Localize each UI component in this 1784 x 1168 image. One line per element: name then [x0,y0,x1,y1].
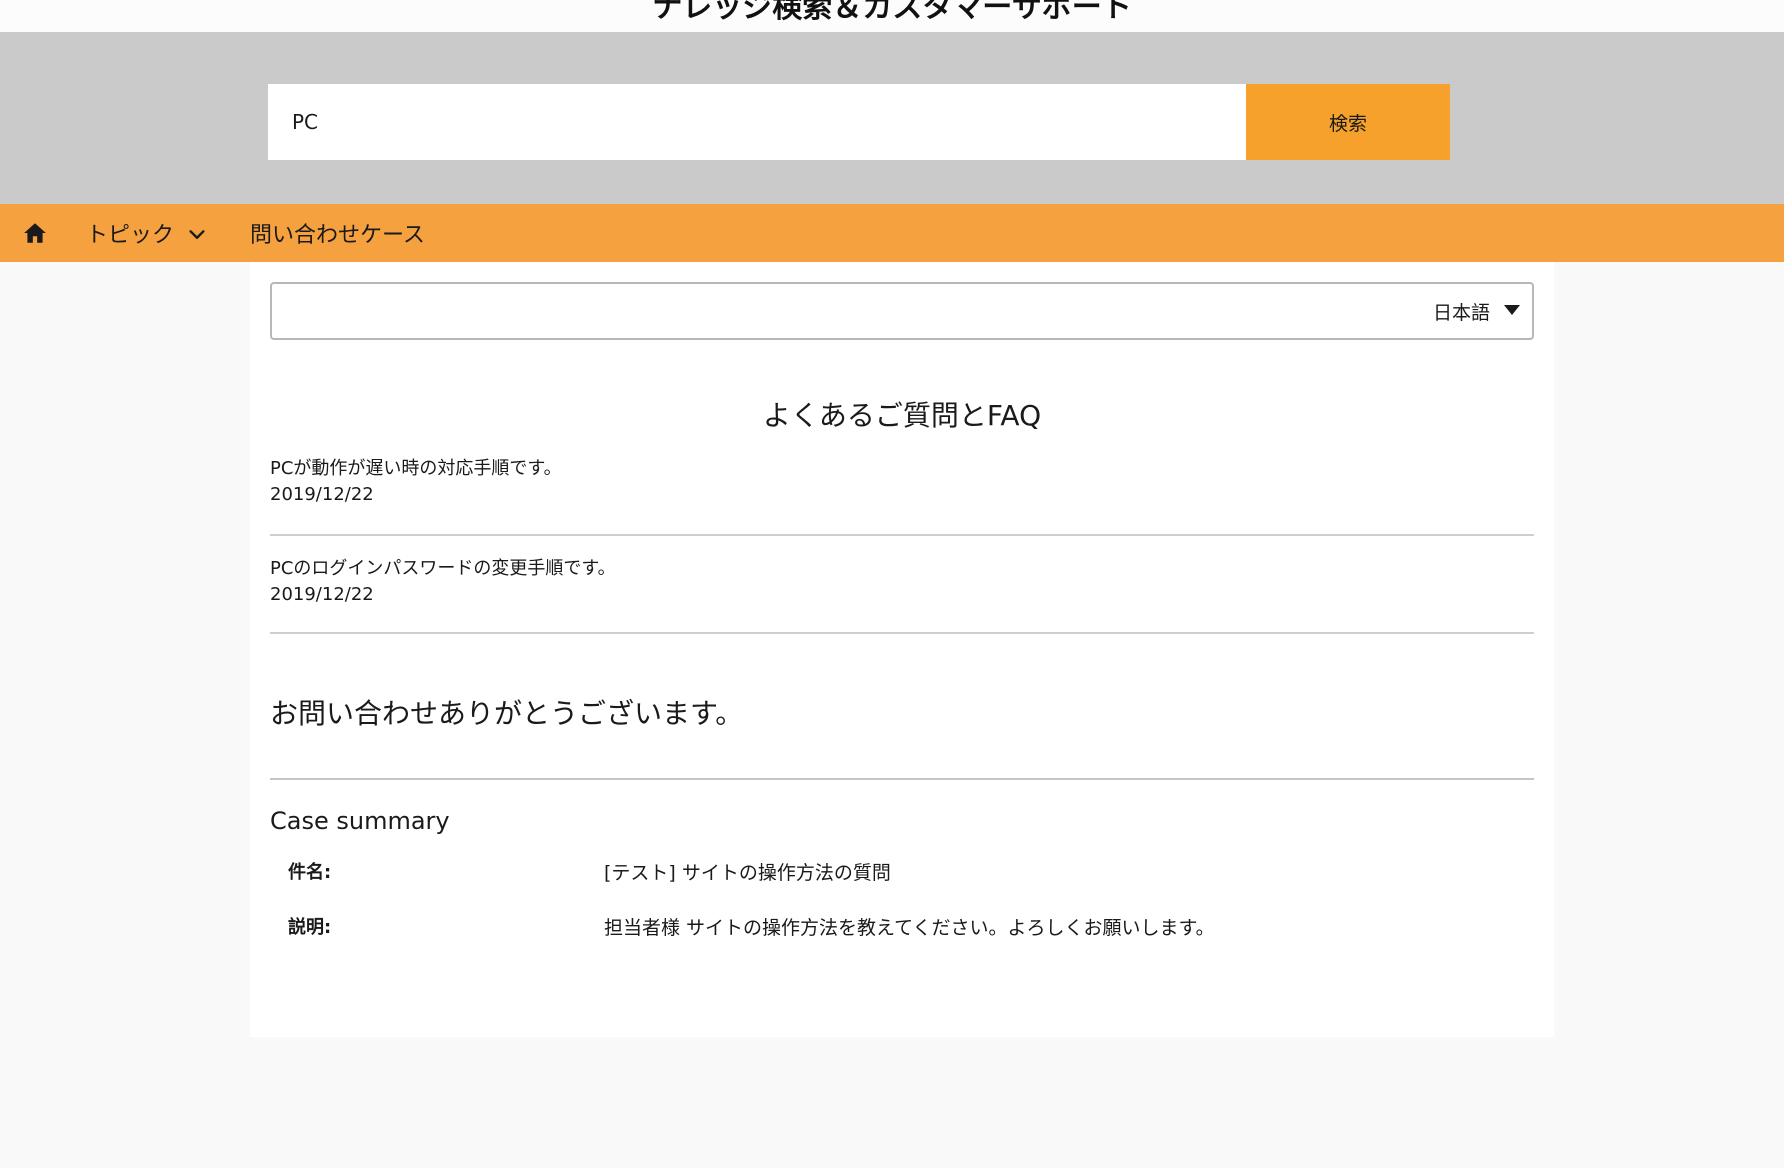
divider [270,778,1534,780]
description-value: 担当者様 サイトの操作方法を教えてください。よろしくお願いします。 [604,917,1215,939]
language-select[interactable]: 日本語 [270,282,1534,340]
chevron-down-icon [189,230,205,239]
search-input[interactable]: PC [268,84,1246,160]
nav-item-cases[interactable]: 問い合わせケース [250,204,425,262]
case-summary-title: Case summary [270,807,450,835]
subject-value: [テスト] サイトの操作方法の質問 [604,862,891,884]
language-select-value: 日本語 [1432,301,1490,324]
nav-item-topics[interactable]: トピック [86,204,208,262]
content-panel: 日本語 よくあるご質問とFAQ PCが動作が遅い時の対応手順です。 2019/1… [250,262,1554,1037]
caret-down-icon [1504,305,1520,315]
faq-heading: よくあるご質問とFAQ [762,399,1042,432]
faq-item-title[interactable]: PCが動作が遅い時の対応手順です。 [270,454,562,480]
nav-item-topics-label: トピック [86,223,175,248]
faq-item-title[interactable]: PCのログインパスワードの変更手順です。 [270,554,616,580]
faq-list-item[interactable]: PCのログインパスワードの変更手順です。 2019/12/22 [270,554,1534,634]
faq-item-date: 2019/12/22 [270,484,374,505]
site-header: ナレッジ検索＆カスタマーサポート [0,0,1784,32]
description-label: 説明: [288,917,332,938]
confirmation-message: お問い合わせありがとうございます。 [270,697,744,730]
site-title: ナレッジ検索＆カスタマーサポート [652,0,1132,25]
home-icon[interactable] [22,220,48,246]
faq-item-date: 2019/12/22 [270,584,374,605]
search-button[interactable]: 検索 [1246,84,1450,160]
nav-bar: トピック 問い合わせケース [0,204,1784,262]
search-band: PC 検索 [0,32,1784,204]
faq-list-item[interactable]: PCが動作が遅い時の対応手順です。 2019/12/22 [270,454,1534,536]
subject-label: 件名: [288,862,332,883]
